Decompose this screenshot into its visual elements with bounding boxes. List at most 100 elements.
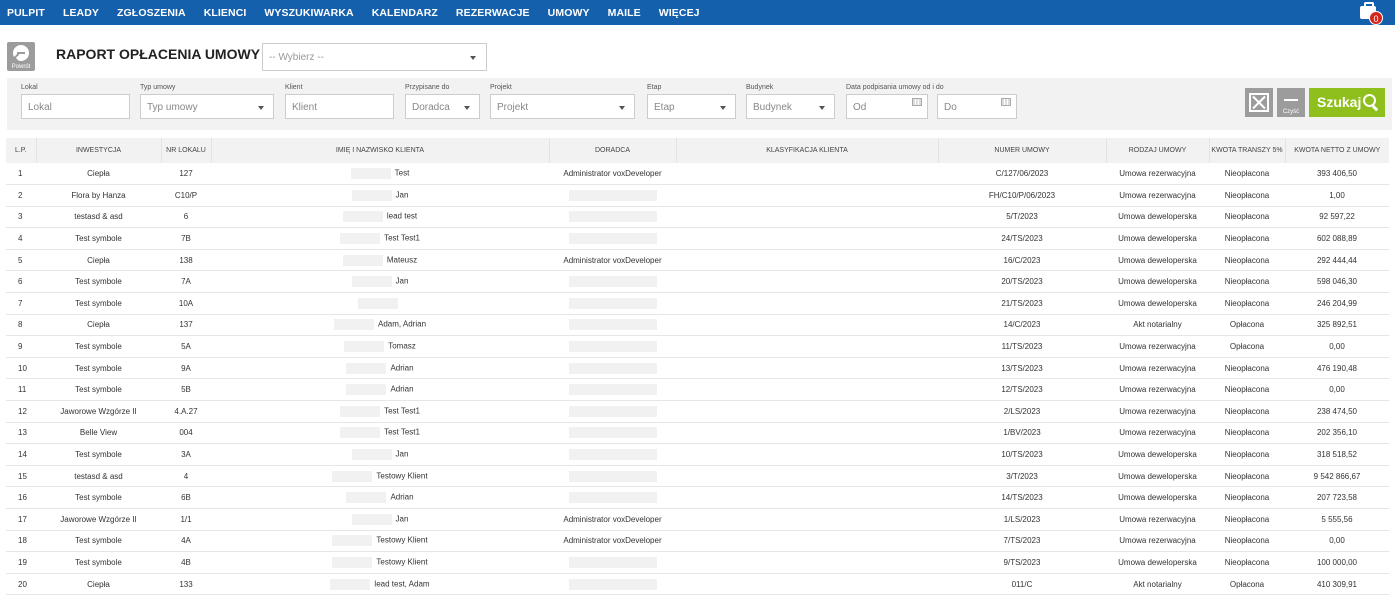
table-row[interactable]: 6 Test symbole 7A Jan 20/TS/2023 Umowa dewelo… <box>6 270 1389 294</box>
col-inwestycja[interactable]: INWESTYCJA <box>36 138 162 163</box>
table-row[interactable]: 10 Test symbole 9A Adrian 13/TS/2023 Umowa re… <box>6 357 1389 380</box>
chevron-down-icon <box>464 106 470 110</box>
cell-rodzaj-umowy: Umowa rezerwacyjna <box>1106 335 1209 358</box>
cell-rodzaj-umowy: Umowa deweloperska <box>1106 292 1209 315</box>
nav-item-kalendarz[interactable]: KALENDARZ <box>363 7 447 19</box>
table-row[interactable]: 19 Test symbole 4B Testowy Klient 9/TS/2023 U… <box>6 551 1389 574</box>
report-select-value: -- Wybierz -- <box>269 52 324 63</box>
doradca-select[interactable]: Doradca <box>405 94 480 119</box>
client-name: Testowy Klient <box>376 557 428 567</box>
filter-panel: Lokal Lokal Typ umowy Typ umowy Klient K… <box>7 78 1392 130</box>
cell-kwota-netto: 318 518,52 <box>1285 443 1389 466</box>
cell-numer-umowy: 7/TS/2023 <box>938 530 1106 553</box>
projekt-select[interactable]: Projekt <box>490 94 635 119</box>
cell-inwestycja: Test symbole <box>36 357 161 380</box>
table-row[interactable]: 17 Jaworowe Wzgórze II 1/1 Jan Administrator… <box>6 508 1389 531</box>
table-row[interactable]: 3 testasd & asd 6 lead test 5/T/2023 Umowa de… <box>6 206 1389 229</box>
col-klient[interactable]: IMIĘ I NAZWISKO KLIENTA <box>211 138 550 163</box>
budynek-value: Budynek <box>753 102 792 113</box>
table-row[interactable]: 4 Test symbole 7B Test Test1 24/TS/2023 Umowa… <box>6 227 1389 250</box>
cell-numer-umowy: 5/T/2023 <box>938 206 1106 229</box>
cell-rodzaj-umowy: Umowa deweloperska <box>1106 249 1209 272</box>
redacted-block <box>351 513 392 525</box>
client-name: Testowy Klient <box>376 471 428 481</box>
arrow-left-icon <box>13 45 29 61</box>
date-from-input[interactable]: Od <box>846 94 928 119</box>
typ-umowy-value: Typ umowy <box>147 102 198 113</box>
lokal-input[interactable]: Lokal <box>21 94 130 119</box>
table-row[interactable]: 1 Ciepła 127 Test Administrator voxDeveloper… <box>6 163 1389 186</box>
cell-klient: Adrian <box>211 378 549 402</box>
date-to-input[interactable]: Do <box>937 94 1017 119</box>
clear-button[interactable]: Czyść <box>1277 88 1305 117</box>
cell-kwota-netto: 292 444,44 <box>1285 249 1389 272</box>
client-name: Test Test1 <box>384 428 420 438</box>
redacted-block <box>351 449 392 461</box>
cell-kwota-netto: 0,00 <box>1285 530 1389 553</box>
cart-icon[interactable]: 0 <box>1358 1 1383 25</box>
redacted-block <box>346 362 387 374</box>
report-select[interactable]: -- Wybierz -- <box>262 43 487 71</box>
search-button[interactable]: Szukaj <box>1309 88 1385 117</box>
calendar-icon[interactable] <box>1001 98 1011 106</box>
search-button-label: Szukaj <box>1317 94 1362 110</box>
table-row[interactable]: 9 Test symbole 5A Tomasz 11/TS/2023 Umowa rez… <box>6 335 1389 358</box>
col-kwota-netto[interactable]: KWOTA NETTO Z UMOWY <box>1285 138 1389 163</box>
reset-filters-button[interactable] <box>1245 88 1273 117</box>
cell-kwota-transzy: Nieopłacona <box>1209 184 1285 207</box>
table-row[interactable]: 8 Ciepła 137 Adam, Adrian 14/C/2023 Akt notar… <box>6 314 1389 337</box>
table-row[interactable]: 18 Test symbole 4A Testowy Klient Administra… <box>6 530 1389 553</box>
cell-lp: 11 <box>6 378 36 402</box>
redacted-block <box>568 578 657 590</box>
table-row[interactable]: 2 Flora by Hanza C10/P Jan FH/C10/P/06/2023 U… <box>6 184 1389 207</box>
budynek-select[interactable]: Budynek <box>746 94 835 119</box>
cell-kwota-netto: 202 356,10 <box>1285 422 1389 445</box>
client-name: Tomasz <box>388 341 416 351</box>
table-row[interactable]: 11 Test symbole 5B Adrian 12/TS/2023 Umowa re… <box>6 378 1389 402</box>
col-lp[interactable]: L.P. <box>6 138 37 163</box>
etap-select[interactable]: Etap <box>647 94 736 119</box>
nav-item-zgloszenia[interactable]: ZGŁOSZENIA <box>108 7 195 19</box>
cell-nr-lokalu: 004 <box>161 422 211 445</box>
cell-kwota-transzy: Nieopłacona <box>1209 292 1285 315</box>
client-name: Test <box>394 168 410 178</box>
table-row[interactable]: 20 Ciepła 133 lead test, Adam 011/C Akt notar… <box>6 573 1389 596</box>
nav-item-rezerwacje[interactable]: REZERWACJE <box>447 7 539 19</box>
cell-lp: 14 <box>6 443 36 466</box>
col-kwota-transzy[interactable]: KWOTA TRANSZY 5% <box>1209 138 1286 163</box>
table-row[interactable]: 7 Test symbole 10A 21/TS/2023 Umowa dewelope… <box>6 292 1389 315</box>
cell-kwota-netto: 246 204,99 <box>1285 292 1389 315</box>
client-name: Test Test1 <box>384 233 420 243</box>
table-row[interactable]: 14 Test symbole 3A Jan 10/TS/2023 Umowa dewel… <box>6 443 1389 466</box>
col-rodzaj-umowy[interactable]: RODZAJ UMOWY <box>1106 138 1210 163</box>
cell-klasyfikacja <box>676 227 938 250</box>
calendar-icon[interactable] <box>912 98 922 106</box>
table-row[interactable]: 12 Jaworowe Wzgórze II 4.A.27 Test Test1 2/L… <box>6 400 1389 423</box>
client-name: Adrian <box>390 492 414 502</box>
nav-item-klienci[interactable]: KLIENCI <box>195 7 256 19</box>
col-klasyfikacja[interactable]: KLASYFIKACJA KLIENTA <box>676 138 939 163</box>
typ-umowy-select[interactable]: Typ umowy <box>140 94 274 119</box>
col-doradca[interactable]: DORADCA <box>549 138 677 163</box>
redacted-block <box>332 556 373 568</box>
nav-item-wiecej[interactable]: WIĘCEJ <box>650 7 709 19</box>
nav-item-umowy[interactable]: UMOWY <box>539 7 599 19</box>
nav-item-leady[interactable]: LEADY <box>54 7 108 19</box>
table-row[interactable]: 5 Ciepła 138 Mateusz Administrator voxDevelo… <box>6 249 1389 272</box>
nav-item-pulpit[interactable]: PULPIT <box>0 7 54 19</box>
close-box-icon <box>1249 93 1269 112</box>
redacted-block <box>568 362 657 374</box>
col-nr-lokalu[interactable]: NR LOKALU <box>161 138 212 163</box>
table-row[interactable]: 15 testasd & asd 4 Testowy Klient 3/T/2023 Um… <box>6 465 1389 488</box>
doradca-value: Doradca <box>412 102 450 113</box>
table-row[interactable]: 16 Test symbole 6B Adrian 14/TS/2023 Umowa de… <box>6 486 1389 509</box>
back-button[interactable]: Powrót <box>7 42 35 71</box>
redacted-block <box>568 341 657 353</box>
klient-input[interactable]: Klient <box>285 94 394 119</box>
table-row[interactable]: 13 Belle View 004 Test Test1 1/BV/2023 Umowa … <box>6 422 1389 445</box>
clear-button-label: Czyść <box>1282 109 1300 115</box>
nav-item-maile[interactable]: MAILE <box>599 7 650 19</box>
filter-etap-label: Etap <box>647 84 662 91</box>
col-numer-umowy[interactable]: NUMER UMOWY <box>938 138 1107 163</box>
nav-item-wyszukiwarka[interactable]: WYSZUKIWARKA <box>255 7 362 19</box>
